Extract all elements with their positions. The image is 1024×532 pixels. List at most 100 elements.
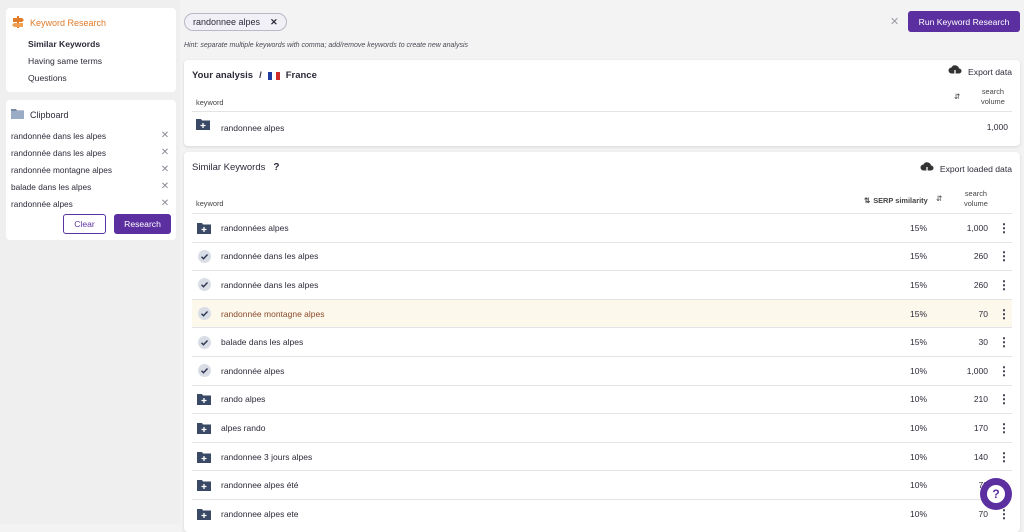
clipboard-entry: randonnée alpes ✕ [11,195,171,212]
more-options-icon[interactable]: ⋮ [998,307,1010,321]
add-to-clipboard-icon[interactable] [197,478,211,492]
export-loaded-data-label: Export loaded data [939,164,1012,174]
checked-icon[interactable] [197,364,211,378]
research-button[interactable]: Research [114,214,171,234]
export-data-button[interactable]: Export data [948,65,1012,79]
more-options-icon[interactable]: ⋮ [998,364,1010,378]
sort-icon[interactable]: ⇵ [936,194,942,203]
table-row[interactable]: randonnee alpes ete 10% 70 ⋮ [192,498,1012,528]
clipboard-entry-text: randonnée alpes [11,198,73,209]
table-row[interactable]: randonnées alpes 15% 1,000 ⋮ [192,213,1012,242]
clipboard-title: Clipboard [30,109,69,120]
add-to-clipboard-icon[interactable] [197,450,211,464]
column-search-volume-line1: search [981,87,1004,96]
export-loaded-data-button[interactable]: Export loaded data [920,162,1012,176]
similarity-cell: 10% [909,480,927,491]
volume-cell: 260 [973,279,988,290]
column-search-volume-line1: search [964,189,987,198]
similarity-cell: 10% [909,394,927,405]
volume-cell: 70 [978,308,988,319]
similar-keywords-panel: Similar Keywords ? Export loaded data ke… [184,152,1020,532]
clipboard-entry: randonnée dans les alpes ✕ [11,144,171,161]
clear-search-icon[interactable]: ✕ [890,15,899,28]
more-options-icon[interactable]: ⋮ [998,450,1010,464]
column-search-volume[interactable]: search volume [981,87,1005,107]
volume-cell: 260 [973,251,988,262]
keyword-chip[interactable]: randonnee alpes ✕ [184,13,287,31]
clear-button[interactable]: Clear [63,214,106,234]
checked-icon[interactable] [197,278,211,292]
keyword-research-header[interactable]: Keyword Research [12,16,170,30]
clipboard-header: Clipboard [11,108,171,121]
clipboard-entry: randonnée montagne alpes ✕ [11,161,171,178]
column-serp-similarity-label: SERP similarity [873,196,928,205]
help-icon[interactable]: ? [273,162,279,173]
add-to-clipboard-icon[interactable] [197,507,211,521]
add-to-clipboard-icon[interactable] [196,118,210,132]
remove-icon[interactable]: ✕ [159,130,171,141]
chip-close-icon[interactable]: ✕ [270,17,278,28]
remove-icon[interactable]: ✕ [159,164,171,175]
nav-item-questions[interactable]: Questions [12,70,170,87]
volume-cell: 170 [973,422,988,433]
add-to-clipboard-icon[interactable] [197,392,211,406]
table-row[interactable]: rando alpes 10% 210 ⋮ [192,384,1012,414]
volume-cell: 1,000 [966,222,988,233]
more-options-icon[interactable]: ⋮ [998,249,1010,263]
cloud-download-icon [920,162,934,176]
more-options-icon[interactable]: ⋮ [998,392,1010,406]
volume-cell: 70 [978,508,988,519]
similar-keywords-title-text: Similar Keywords [192,162,266,173]
volume-cell: 210 [973,394,988,405]
run-keyword-research-button[interactable]: Run Keyword Research [908,11,1020,32]
table-row[interactable]: randonnée alpes 10% 1,000 ⋮ [192,355,1012,385]
question-icon: ? [987,485,1005,503]
keyword-research-nav: Keyword Research Similar Keywords Having… [6,8,176,92]
column-search-volume-line2: volume [964,199,988,208]
clipboard-panel: Clipboard randonnée dans les alpes ✕ rand… [6,100,176,240]
more-options-icon[interactable]: ⋮ [998,221,1010,235]
column-keyword: keyword [196,199,224,208]
add-to-clipboard-icon[interactable] [197,421,211,435]
table-row[interactable]: randonnee alpes été10%70⋮ [192,470,1012,499]
checked-icon[interactable] [197,249,211,263]
column-search-volume[interactable]: search volume [964,189,988,209]
keyword-cell: randonnee alpes ete [221,508,299,519]
help-chat-button[interactable]: ? [980,478,1012,510]
more-options-icon[interactable]: ⋮ [998,278,1010,292]
checked-icon[interactable] [197,307,211,321]
table-row[interactable]: alpes rando 10% 170 ⋮ [192,413,1012,442]
section-title: Keyword Research [30,18,107,28]
keyword-cell: randonnee alpes été [221,480,299,491]
more-options-icon[interactable]: ⋮ [998,421,1010,435]
remove-icon[interactable]: ✕ [159,147,171,158]
similarity-cell: 15% [909,337,927,348]
clipboard-entry: balade dans les alpes ✕ [11,178,171,195]
keyword-cell: randonnée montagne alpes [221,308,325,319]
table-row[interactable]: randonnée montagne alpes 15% 70 ⋮ [192,298,1012,328]
add-to-clipboard-icon[interactable] [197,221,211,235]
checked-icon[interactable] [197,335,211,349]
column-serp-similarity[interactable]: ⇅ SERP similarity [864,196,928,205]
your-analysis-panel: Your analysis / France Export data keywo… [184,60,1020,146]
keyword-cell: randonnée alpes [221,365,285,376]
similarity-cell: 15% [909,222,927,233]
similarity-cell: 15% [909,251,927,262]
analysis-title: Your analysis / France [192,70,317,81]
table-row[interactable]: randonnee 3 jours alpes 10% 140 ⋮ [192,441,1012,471]
keyword-cell: balade dans les alpes [221,337,304,348]
table-row[interactable]: randonnée dans les alpes 15% 260 ⋮ [192,270,1012,299]
analysis-keyword: randonnee alpes [221,123,285,133]
sort-icon[interactable]: ⇵ [954,92,960,101]
search-hint: Hint: separate multiple keywords with co… [184,42,469,49]
volume-cell: 30 [978,337,988,348]
sort-icon: ⇅ [864,196,871,205]
nav-item-similar-keywords[interactable]: Similar Keywords [12,36,170,53]
more-options-icon[interactable]: ⋮ [998,335,1010,349]
table-row[interactable]: randonnée dans les alpes 15% 260 ⋮ [192,241,1012,271]
table-row[interactable]: balade dans les alpes 15% 30 ⋮ [192,327,1012,356]
remove-icon[interactable]: ✕ [159,181,171,192]
nav-item-having-same-terms[interactable]: Having same terms [12,53,170,70]
remove-icon[interactable]: ✕ [159,198,171,209]
volume-cell: 1,000 [966,365,988,376]
